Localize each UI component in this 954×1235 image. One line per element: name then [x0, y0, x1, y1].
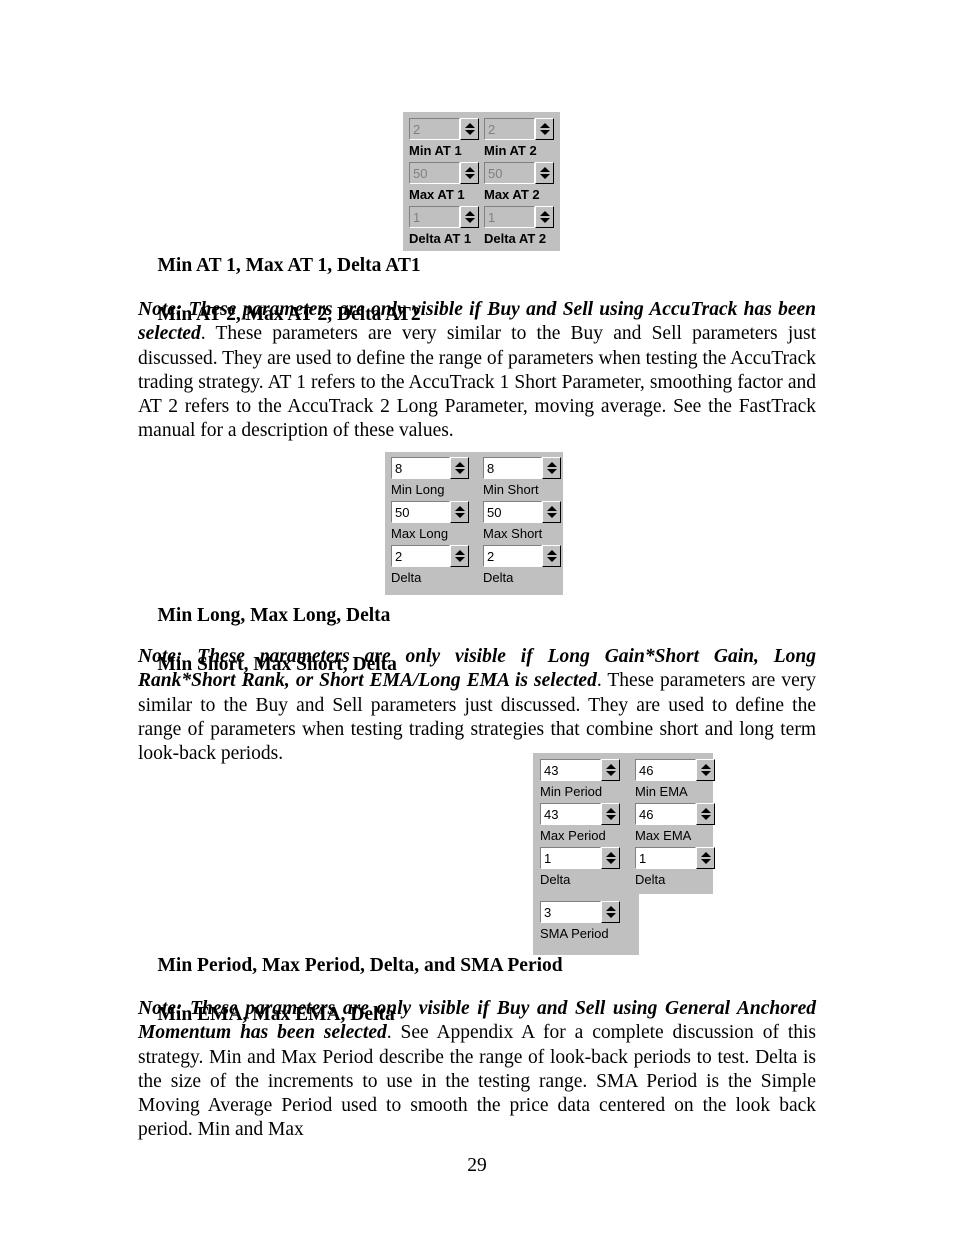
delta-short-label: Delta [483, 570, 514, 585]
accutrack-parameters-panel[interactable]: 2 Min AT 1 50 Max AT 1 1 Delta AT 1 2 Mi… [403, 112, 560, 251]
delta-at-2-label: Delta AT 2 [484, 231, 547, 246]
spinner-up-down-icon[interactable] [696, 759, 715, 781]
spin-field-delta-period[interactable]: 1 [540, 847, 620, 869]
delta-long-label: Delta [391, 570, 422, 585]
document-page: 2 Min AT 1 50 Max AT 1 1 Delta AT 1 2 Mi… [0, 0, 954, 1235]
spin-field-sma-period[interactable]: 3 [540, 901, 620, 923]
spinner-up-down-icon[interactable] [450, 501, 469, 523]
anchored-momentum-column-2: 46 Min EMA 46 Max EMA 1 Delta [635, 759, 715, 891]
max-at-2-label: Max AT 2 [484, 187, 540, 202]
min-ema-input[interactable]: 46 [635, 759, 696, 781]
spinner-up-down-icon[interactable] [696, 847, 715, 869]
spinner-up-down-icon[interactable] [542, 545, 561, 567]
delta-short-input[interactable]: 2 [483, 545, 542, 567]
delta-long-input[interactable]: 2 [391, 545, 450, 567]
min-at-1-label: Min AT 1 [409, 143, 462, 158]
spinner-up-down-icon[interactable] [535, 118, 554, 140]
spin-field-delta-at-1[interactable]: 1 [409, 206, 479, 228]
spin-field-max-long[interactable]: 50 [391, 501, 469, 523]
long-short-column-1: 8 Min Long 50 Max Long 2 Delta [391, 457, 469, 589]
max-long-input[interactable]: 50 [391, 501, 450, 523]
max-ema-label: Max EMA [635, 828, 692, 843]
spin-field-max-short[interactable]: 50 [483, 501, 561, 523]
spinner-up-down-icon[interactable] [696, 803, 715, 825]
spinner-up-down-icon[interactable] [460, 118, 479, 140]
max-short-input[interactable]: 50 [483, 501, 542, 523]
spinner-up-down-icon[interactable] [542, 501, 561, 523]
spinner-up-down-icon[interactable] [601, 803, 620, 825]
max-ema-input[interactable]: 46 [635, 803, 696, 825]
anchored-momentum-empty-area [639, 894, 713, 958]
spin-field-max-at-1[interactable]: 50 [409, 162, 479, 184]
min-ema-label: Min EMA [635, 784, 688, 799]
spin-field-delta-short[interactable]: 2 [483, 545, 561, 567]
max-at-1-label: Max AT 1 [409, 187, 465, 202]
spin-field-min-at-2[interactable]: 2 [484, 118, 554, 140]
delta-period-input[interactable]: 1 [540, 847, 601, 869]
paragraph-long-short: Note: These parameters are only visible … [138, 645, 816, 766]
delta-at-1-input[interactable]: 1 [409, 206, 460, 228]
spin-field-delta-at-2[interactable]: 1 [484, 206, 554, 228]
spin-field-min-period[interactable]: 43 [540, 759, 620, 781]
max-short-label: Max Short [483, 526, 543, 541]
long-short-parameters-panel[interactable]: 8 Min Long 50 Max Long 2 Delta 8 Min Sho… [385, 452, 563, 595]
spin-field-min-at-1[interactable]: 2 [409, 118, 479, 140]
max-period-input[interactable]: 43 [540, 803, 601, 825]
delta-ema-label: Delta [635, 872, 666, 887]
spinner-up-down-icon[interactable] [601, 759, 620, 781]
anchored-momentum-column-1: 43 Min Period 43 Max Period 1 Delta [540, 759, 620, 891]
delta-at-2-input[interactable]: 1 [484, 206, 535, 228]
spinner-up-down-icon[interactable] [460, 162, 479, 184]
min-at-1-input[interactable]: 2 [409, 118, 460, 140]
min-short-label: Min Short [483, 482, 539, 497]
spinner-up-down-icon[interactable] [450, 457, 469, 479]
heading-accutrack-line1: Min AT 1, Max AT 1, Delta AT1 [157, 254, 421, 276]
paragraph-accutrack-body: . These parameters are very similar to t… [138, 323, 816, 442]
spinner-up-down-icon[interactable] [542, 457, 561, 479]
paragraph-accutrack: Note: These parameters are only visible … [138, 298, 816, 444]
anchored-momentum-parameters-panel[interactable]: 43 Min Period 43 Max Period 1 Delta 46 M… [533, 753, 715, 894]
paragraph-anchored-momentum: Note: These parameters are only visible … [138, 997, 816, 1143]
spin-field-delta-long[interactable]: 2 [391, 545, 469, 567]
spin-field-min-ema[interactable]: 46 [635, 759, 715, 781]
heading-anchored-momentum-line1: Min Period, Max Period, Delta, and SMA P… [157, 954, 563, 976]
page-number: 29 [467, 1155, 487, 1176]
min-at-2-input[interactable]: 2 [484, 118, 535, 140]
heading-long-short-line1: Min Long, Max Long, Delta [157, 604, 391, 626]
spinner-up-down-icon[interactable] [601, 901, 620, 923]
spin-field-min-short[interactable]: 8 [483, 457, 561, 479]
max-period-label: Max Period [540, 828, 606, 843]
min-long-input[interactable]: 8 [391, 457, 450, 479]
long-short-column-2: 8 Min Short 50 Max Short 2 Delta [483, 457, 561, 589]
accutrack-column-2: 2 Min AT 2 50 Max AT 2 1 Delta AT 2 [484, 118, 554, 250]
spin-field-max-at-2[interactable]: 50 [484, 162, 554, 184]
spinner-up-down-icon[interactable] [601, 847, 620, 869]
delta-ema-input[interactable]: 1 [635, 847, 696, 869]
spinner-up-down-icon[interactable] [460, 206, 479, 228]
spinner-up-down-icon[interactable] [535, 162, 554, 184]
spin-field-max-ema[interactable]: 46 [635, 803, 715, 825]
spin-field-delta-ema[interactable]: 1 [635, 847, 715, 869]
min-period-input[interactable]: 43 [540, 759, 601, 781]
min-long-label: Min Long [391, 482, 445, 497]
min-short-input[interactable]: 8 [483, 457, 542, 479]
delta-period-label: Delta [540, 872, 571, 887]
spinner-up-down-icon[interactable] [450, 545, 469, 567]
spinner-up-down-icon[interactable] [535, 206, 554, 228]
max-at-1-input[interactable]: 50 [409, 162, 460, 184]
spin-field-max-period[interactable]: 43 [540, 803, 620, 825]
max-long-label: Max Long [391, 526, 449, 541]
max-at-2-input[interactable]: 50 [484, 162, 535, 184]
min-period-label: Min Period [540, 784, 603, 799]
spin-field-min-long[interactable]: 8 [391, 457, 469, 479]
sma-period-input[interactable]: 3 [540, 901, 601, 923]
min-at-2-label: Min AT 2 [484, 143, 537, 158]
